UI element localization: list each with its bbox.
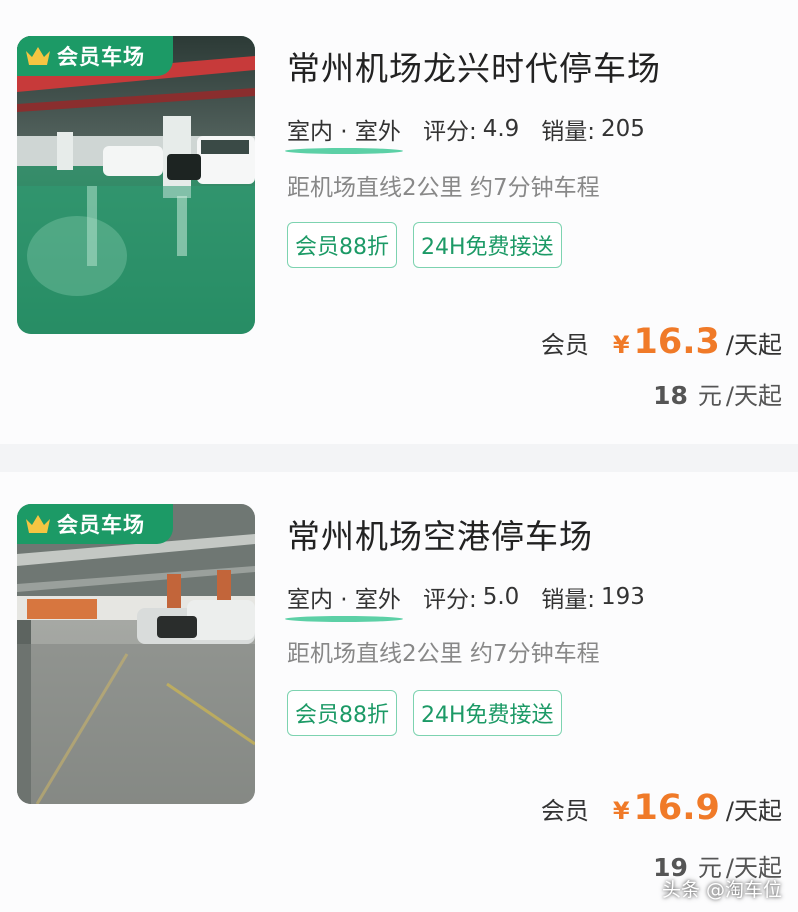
watermark: 头条 @淘车位	[661, 879, 782, 901]
promo-tags: 会员88折 24H免费接送	[287, 690, 562, 736]
parking-card[interactable]: 会员车场 常州机场空港停车场 室内 · 室外 评分: 5.0 销量: 193 距…	[0, 472, 798, 912]
tag-free-shuttle: 24H免费接送	[413, 222, 562, 268]
distance-text: 距机场直线2公里 约7分钟车程	[287, 175, 600, 201]
tag-free-shuttle: 24H免费接送	[413, 690, 562, 736]
rating-label: 评分:	[422, 119, 477, 145]
crown-icon	[26, 47, 50, 65]
currency-symbol: ¥	[612, 797, 630, 825]
sales-value: 193	[601, 584, 645, 610]
parking-list: 会员车场 常州机场龙兴时代停车场 室内 · 室外 评分: 4.9 销量: 205…	[0, 0, 798, 912]
member-lot-badge: 会员车场	[17, 36, 173, 76]
original-price-amount: 18	[653, 381, 688, 410]
promo-tags: 会员88折 24H免费接送	[287, 222, 562, 268]
member-lot-badge: 会员车场	[17, 504, 173, 544]
tag-member-discount: 会员88折	[287, 222, 397, 268]
lot-meta: 室内 · 室外 评分: 4.9 销量: 205	[285, 112, 645, 154]
parking-photo[interactable]: 会员车场	[17, 504, 255, 804]
per-day-unit: /天起	[725, 331, 782, 359]
per-day-unit: /天起	[725, 797, 782, 825]
member-price-amount: 16.9	[633, 788, 720, 828]
rating-value: 4.9	[482, 116, 520, 142]
member-price: 会员 ¥ 16.3 /天起	[541, 322, 782, 362]
rating-label: 评分:	[422, 587, 477, 613]
member-price: 会员 ¥ 16.9 /天起	[541, 788, 782, 828]
lot-meta: 室内 · 室外 评分: 5.0 销量: 193	[285, 580, 645, 622]
rating-value: 5.0	[482, 584, 520, 610]
sales-label: 销量:	[541, 119, 596, 145]
parking-lot-title[interactable]: 常州机场空港停车场	[287, 510, 593, 558]
parking-card[interactable]: 会员车场 常州机场龙兴时代停车场 室内 · 室外 评分: 4.9 销量: 205…	[0, 0, 798, 444]
original-price: 18 元 /天起	[653, 376, 782, 411]
lot-type: 室内 · 室外	[285, 112, 403, 154]
parking-lot-title[interactable]: 常州机场龙兴时代停车场	[287, 42, 661, 90]
badge-label: 会员车场	[57, 513, 145, 537]
member-price-label: 会员	[540, 797, 589, 825]
per-day-unit: /天起	[725, 382, 782, 410]
currency-symbol: ¥	[612, 331, 630, 359]
parking-photo[interactable]: 会员车场	[17, 36, 255, 334]
crown-icon	[26, 515, 50, 533]
tag-member-discount: 会员88折	[287, 690, 397, 736]
lot-type: 室内 · 室外	[285, 580, 403, 622]
sales-label: 销量:	[541, 587, 596, 613]
member-price-amount: 16.3	[633, 322, 720, 362]
badge-label: 会员车场	[57, 45, 145, 69]
original-price-unit: 元	[697, 382, 722, 410]
sales-value: 205	[601, 116, 645, 142]
member-price-label: 会员	[540, 331, 589, 359]
distance-text: 距机场直线2公里 约7分钟车程	[287, 641, 600, 667]
